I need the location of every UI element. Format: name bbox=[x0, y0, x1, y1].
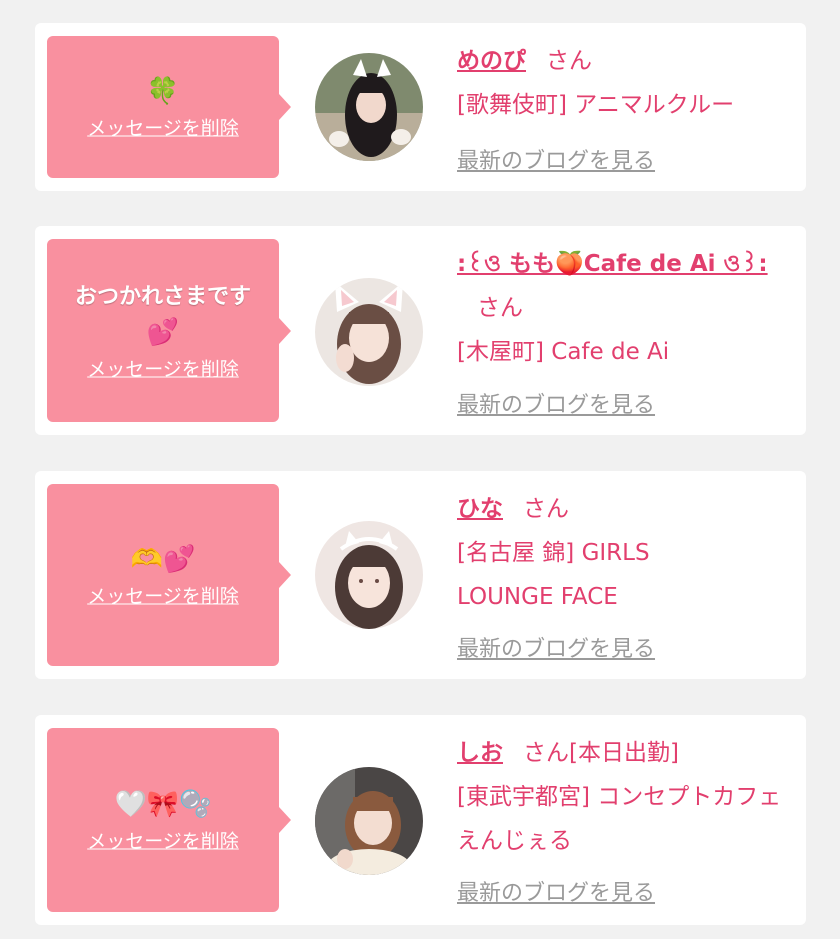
cast-info: :꒰ও もも🍑Cafe de Ai ও꒱: さん [木屋町] Cafe de Ai bbox=[457, 242, 792, 374]
honorific: さん bbox=[477, 295, 523, 321]
shop-name: [名古屋 錦] GIRLS LOUNGE FACE bbox=[457, 540, 650, 610]
latest-blog-link[interactable]: 最新のブログを見る bbox=[457, 631, 655, 663]
delete-message-link[interactable]: メッセージを削除 bbox=[87, 354, 239, 381]
shop-name: [木屋町] Cafe de Ai bbox=[457, 339, 670, 365]
honorific: さん bbox=[523, 740, 569, 766]
latest-blog-link[interactable]: 最新のブログを見る bbox=[457, 875, 655, 907]
message-emoji: 🫶💕 bbox=[130, 544, 196, 575]
cast-info: めのぴ さん [歌舞伎町] アニマルクルー bbox=[457, 39, 792, 127]
cast-info: ひな さん [名古屋 錦] GIRLS LOUNGE FACE bbox=[457, 487, 792, 619]
honorific: さん bbox=[523, 496, 569, 522]
cast-info: しお さん[本日出勤] [東武宇都宮] コンセプトカフェ えんじぇる bbox=[457, 731, 792, 863]
latest-blog-link[interactable]: 最新のブログを見る bbox=[457, 143, 655, 175]
latest-blog-link[interactable]: 最新のブログを見る bbox=[457, 387, 655, 419]
message-emoji: 💕 bbox=[146, 317, 180, 347]
delete-message-link[interactable]: メッセージを削除 bbox=[87, 827, 239, 854]
message-bubble: おつかれさまです 💕 メッセージを削除 bbox=[47, 239, 291, 422]
favorite-card: 🍀 メッセージを削除 めのぴ さん [歌舞伎町] アニマルクルー 最新のブログを見… bbox=[35, 23, 806, 191]
delete-message-link[interactable]: メッセージを削除 bbox=[87, 582, 239, 609]
avatar[interactable] bbox=[315, 521, 423, 629]
delete-message-link[interactable]: メッセージを削除 bbox=[87, 114, 239, 141]
message-text: おつかれさまです bbox=[74, 284, 251, 309]
message-emoji: 🤍🎀🫧 bbox=[114, 789, 212, 820]
message-bubble: 🍀 メッセージを削除 bbox=[47, 36, 291, 178]
message-bubble: 🫶💕 メッセージを削除 bbox=[47, 484, 291, 666]
cast-name-link[interactable]: :꒰ও もも🍑Cafe de Ai ও꒱: bbox=[457, 251, 768, 277]
favorite-card: 🫶💕 メッセージを削除 ひな さん [名古屋 錦] GIRLS LOUNGE FA… bbox=[35, 471, 806, 679]
shop-name: [歌舞伎町] アニマルクルー bbox=[457, 92, 735, 118]
shop-name: [東武宇都宮] コンセプトカフェ えんじぇる bbox=[457, 784, 782, 854]
avatar[interactable] bbox=[315, 278, 423, 386]
favorite-card: おつかれさまです 💕 メッセージを削除 :꒰ও もも🍑Cafe de Ai ও꒱… bbox=[35, 226, 806, 435]
honorific: さん bbox=[546, 48, 592, 74]
favorite-card: 🤍🎀🫧 メッセージを削除 しお さん[本日出勤] [東武宇都宮] コンセプトカフェ… bbox=[35, 715, 806, 925]
cast-name-link[interactable]: しお bbox=[457, 740, 503, 766]
avatar[interactable] bbox=[315, 767, 423, 875]
message-emoji: 🍀 bbox=[146, 76, 180, 107]
cast-name-link[interactable]: ひな bbox=[457, 496, 503, 522]
cast-name-link[interactable]: めのぴ bbox=[457, 48, 526, 74]
message-bubble: 🤍🎀🫧 メッセージを削除 bbox=[47, 728, 291, 912]
avatar[interactable] bbox=[315, 53, 423, 161]
work-status: [本日出勤] bbox=[569, 740, 679, 766]
